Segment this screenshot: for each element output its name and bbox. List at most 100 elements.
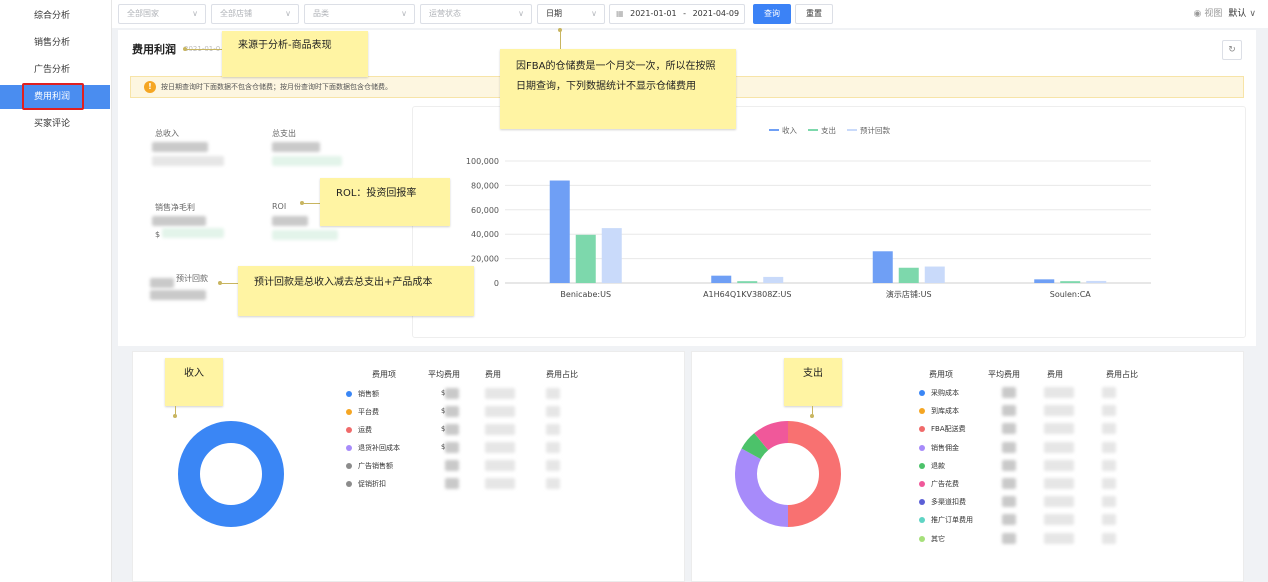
legend-label: 退款 [931, 461, 945, 470]
legend-label: 到库成本 [931, 407, 959, 416]
country-select[interactable]: 全部国家 ∨ [118, 4, 206, 24]
donut-slice[interactable] [754, 421, 789, 451]
date-type-select[interactable]: 日期 ∨ [537, 4, 605, 24]
net-margin-label: 销售净毛利 [155, 203, 195, 212]
legend-row[interactable]: 运费 [346, 425, 372, 435]
donut-slice[interactable] [735, 448, 789, 527]
category-select[interactable]: 品类 ∨ [304, 4, 415, 24]
refresh-button[interactable]: ↻ [1222, 40, 1242, 60]
legend-row[interactable]: 广告销售额 [346, 461, 393, 471]
y-tick-label: 80,000 [471, 181, 499, 190]
masked-value [1002, 423, 1016, 435]
legend-row[interactable]: 采购成本 [919, 388, 959, 398]
bar[interactable] [549, 180, 570, 283]
sidebar-item-ads[interactable]: 广告分析 [0, 58, 110, 82]
sidebar-item-cost-profit[interactable]: 费用利润 [0, 85, 110, 109]
annotation-dot [810, 414, 814, 418]
masked-value [1102, 405, 1116, 417]
bar[interactable] [737, 281, 758, 283]
calendar-icon: ▦ [616, 9, 624, 18]
masked-value [485, 460, 515, 471]
sidebar-item-reviews[interactable]: 买家评论 [0, 112, 110, 136]
view-control[interactable]: ◉ 视图 默认 ∨ [1194, 6, 1256, 19]
annotation-roi: ROL：投资回报率 [320, 178, 450, 226]
legend-row[interactable]: 销售额 [346, 389, 379, 399]
masked-value [1102, 478, 1116, 489]
legend-label[interactable]: 支出 [821, 125, 836, 135]
masked-value [445, 460, 459, 471]
bar[interactable] [1034, 279, 1055, 283]
roi-value [272, 216, 308, 226]
masked-value [1044, 532, 1074, 544]
annotation-connector [220, 283, 238, 284]
bar[interactable] [1060, 281, 1081, 283]
total-expense-label: 总支出 [272, 129, 296, 138]
expense-col-avg: 平均费用 [988, 370, 1020, 379]
legend-row[interactable]: 广告花费 [919, 479, 959, 489]
chevron-down-icon: ∨ [192, 9, 198, 18]
masked-value [445, 478, 459, 489]
expense-donut-chart [735, 421, 841, 527]
bar[interactable] [1086, 280, 1107, 283]
masked-value [1102, 441, 1116, 453]
income-col-cost: 费用 [485, 370, 501, 379]
annotation-dot [300, 201, 304, 205]
annotation-connector [560, 30, 561, 49]
masked-value [445, 442, 459, 453]
masked-value [1044, 387, 1074, 398]
legend-row[interactable]: 到库成本 [919, 406, 959, 416]
sidebar-item-overview[interactable]: 综合分析 [0, 4, 110, 28]
legend-dot [919, 426, 925, 433]
masked-value [1002, 387, 1016, 398]
legend-label: 促销折扣 [358, 480, 386, 488]
masked-value [1002, 496, 1016, 508]
legend-row[interactable]: 促销折扣 [346, 479, 386, 489]
donut-slice[interactable] [178, 421, 284, 527]
legend-row[interactable]: 多渠道扣费 [919, 497, 966, 507]
status-select[interactable]: 运营状态 ∨ [420, 4, 532, 24]
donut-slice[interactable] [787, 421, 841, 527]
masked-value [546, 424, 560, 435]
date-start: 2021-01-01 [630, 9, 677, 18]
legend-dot [919, 462, 925, 469]
legend-row[interactable]: 其它 [919, 534, 945, 544]
legend-row[interactable]: 推广订单费用 [919, 515, 973, 525]
net-margin-prefix: $ [155, 230, 161, 239]
masked-value [1044, 514, 1074, 526]
legend-dot [346, 391, 352, 397]
sidebar-item-sales[interactable]: 销售分析 [0, 31, 110, 55]
annotation-dot [173, 414, 177, 418]
legend-row[interactable]: 平台费 [346, 407, 379, 417]
donut-slice[interactable] [741, 433, 769, 460]
bar[interactable] [872, 251, 893, 283]
legend-dot [919, 390, 925, 396]
legend-label: 运费 [358, 426, 372, 434]
income-col-share: 费用占比 [546, 370, 578, 379]
refresh-icon: ↻ [1228, 45, 1236, 55]
store-select[interactable]: 全部店铺 ∨ [211, 4, 299, 24]
legend-label: 退货补回成本 [358, 444, 400, 452]
legend-row[interactable]: 退款 [919, 461, 945, 471]
bar[interactable] [763, 276, 784, 283]
bar[interactable] [601, 228, 622, 283]
masked-value [1102, 459, 1116, 471]
masked-value [1002, 441, 1016, 453]
legend-row[interactable]: FBA配送费 [919, 424, 966, 434]
x-tick-label: Benicabe:US [560, 290, 611, 299]
legend-dot [919, 481, 925, 487]
bar[interactable] [898, 267, 919, 283]
legend-label[interactable]: 收入 [782, 125, 797, 135]
date-end: 2021-04-09 [692, 9, 740, 18]
bar[interactable] [924, 266, 945, 283]
masked-value [485, 478, 515, 489]
date-range-picker[interactable]: ▦ 2021-01-01 - 2021-04-09 [609, 4, 745, 24]
legend-row[interactable]: 退货补回成本 [346, 443, 400, 453]
legend-label: 销售额 [358, 390, 379, 398]
bar[interactable] [575, 234, 596, 283]
query-button[interactable]: 查询 [753, 4, 791, 24]
legend-label[interactable]: 预计回款 [860, 125, 890, 135]
annotation-expense-tag: 支出 [784, 358, 842, 406]
reset-button[interactable]: 重置 [795, 4, 833, 24]
bar[interactable] [711, 275, 732, 283]
legend-row[interactable]: 销售佣金 [919, 443, 959, 453]
